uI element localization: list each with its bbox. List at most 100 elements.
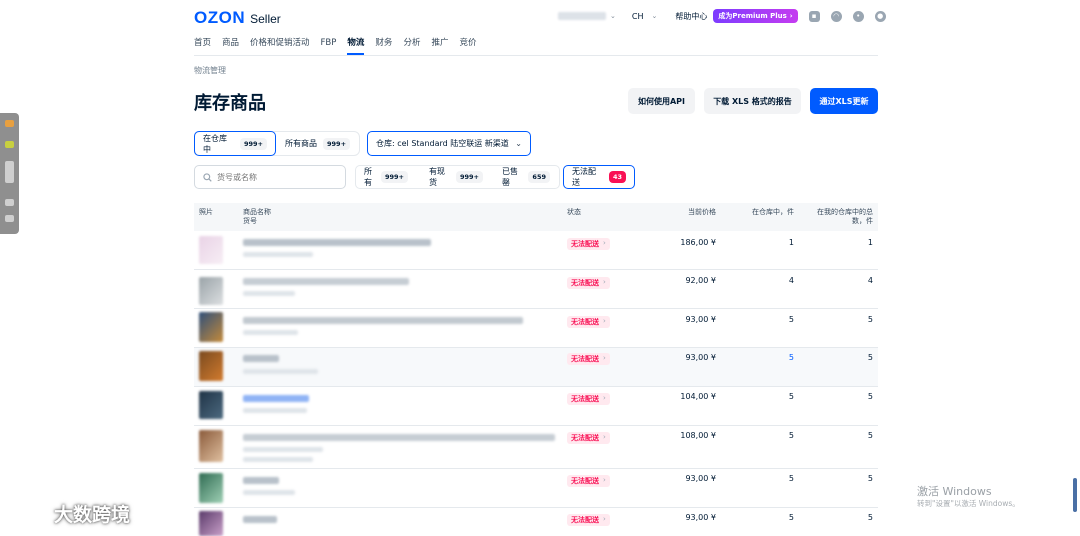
bell-icon[interactable]: • xyxy=(852,10,864,22)
status-text: 无法配送 xyxy=(571,477,599,485)
page-title: 库存商品 xyxy=(194,93,266,114)
chevron-right-icon: › xyxy=(603,515,606,523)
status-badge[interactable]: 无法配送 › xyxy=(567,277,610,289)
toolbar-icon[interactable] xyxy=(5,120,14,127)
user-icon[interactable]: ● xyxy=(874,10,886,22)
logo-ozon: OZON xyxy=(194,8,246,27)
nav-home[interactable]: 首页 xyxy=(194,37,211,55)
nav-prices[interactable]: 价格和促销活动 xyxy=(250,37,310,55)
tab-in-stock[interactable]: 有现货 999+ xyxy=(421,165,491,189)
price: 104,00 ¥ xyxy=(680,392,716,401)
product-photo[interactable] xyxy=(199,473,223,503)
table-row[interactable]: 无法配送 › 104,00 ¥ 5 5 xyxy=(194,387,878,426)
product-name[interactable] xyxy=(243,317,523,324)
product-name[interactable] xyxy=(243,278,409,285)
scrollbar-thumb[interactable] xyxy=(1073,478,1077,512)
premium-label: 成为Premium Plus xyxy=(718,12,787,20)
col-qty-warehouse[interactable]: 在仓库中，件 xyxy=(714,208,794,217)
download-xls-button[interactable]: 下载 XLS 格式的报告 xyxy=(704,88,801,114)
table-row[interactable]: 无法配送 › 108,00 ¥ 5 5 xyxy=(194,426,878,469)
product-sku xyxy=(243,457,313,462)
search-field[interactable] xyxy=(194,165,346,189)
chevron-right-icon: › xyxy=(603,278,606,286)
windows-activation-title: 激活 Windows xyxy=(917,485,992,498)
product-name[interactable] xyxy=(243,434,555,441)
ozon-seller-logo[interactable]: OZON Seller xyxy=(194,8,281,28)
segment-all-products[interactable]: 所有商品 999+ xyxy=(277,131,359,156)
tab-all[interactable]: 所有 999+ xyxy=(356,165,416,189)
tab-sold-out[interactable]: 已售罄 659 xyxy=(494,165,558,189)
chevron-down-icon[interactable]: ⌄ xyxy=(610,12,616,20)
price: 186,00 ¥ xyxy=(680,238,716,247)
col-name[interactable]: 商品名称 货号 xyxy=(243,208,271,226)
product-name[interactable] xyxy=(243,355,279,362)
product-photo[interactable] xyxy=(199,511,223,536)
table-row[interactable]: 无法配送 › 93,00 ¥ 5 5 xyxy=(194,348,878,387)
nav-fbp[interactable]: FBP xyxy=(321,37,337,55)
col-status: 状态 xyxy=(567,208,581,216)
nav-analytics[interactable]: 分析 xyxy=(403,37,420,55)
product-photo[interactable] xyxy=(199,236,223,264)
toolbar-icon[interactable] xyxy=(5,215,14,222)
product-name[interactable] xyxy=(243,239,431,246)
product-photo[interactable] xyxy=(199,351,223,381)
chevron-down-icon: ⌄ xyxy=(651,12,658,20)
toolbar-icon[interactable] xyxy=(5,141,14,148)
product-name[interactable] xyxy=(243,516,277,523)
nav-products[interactable]: 商品 xyxy=(222,37,239,55)
product-photo[interactable] xyxy=(199,430,223,462)
qty-total: 5 xyxy=(867,474,873,483)
table-row[interactable]: 无法配送 › 93,00 ¥ 5 5 xyxy=(194,469,878,508)
warehouse-select-value: 仓库: cel Standard 陆空联运 新渠道 xyxy=(376,139,509,148)
nav-logistics[interactable]: 物流 xyxy=(347,37,365,55)
qty-in-warehouse: 5 xyxy=(788,431,794,440)
update-xls-button[interactable]: 通过XLS更新 xyxy=(810,88,878,114)
toolbar-icon[interactable] xyxy=(5,161,14,183)
table-row[interactable]: 无法配送 › 93,00 ¥ 5 5 xyxy=(194,508,878,536)
floating-toolbar[interactable] xyxy=(0,113,19,234)
language-select[interactable]: CH ⌄ xyxy=(632,12,657,21)
api-help-button[interactable]: 如何使用API xyxy=(628,88,695,114)
product-photo[interactable] xyxy=(199,391,223,419)
status-badge[interactable]: 无法配送 › xyxy=(567,432,610,444)
count-badge: 999+ xyxy=(380,171,408,183)
col-qty-total[interactable]: 在我的仓库中的总 数，件 xyxy=(794,208,873,226)
nav-bidding[interactable]: 竞价 xyxy=(459,37,476,55)
breadcrumb[interactable]: 物流管理 xyxy=(194,65,226,76)
tab-cannot-deliver[interactable]: 无法配送 43 xyxy=(563,165,635,189)
language-label: CH xyxy=(631,11,644,21)
nav-promotion[interactable]: 推广 xyxy=(431,37,448,55)
table-row[interactable]: 无法配送 › 186,00 ¥ 1 1 xyxy=(194,231,878,270)
product-photo[interactable] xyxy=(199,312,223,342)
table-row[interactable]: 无法配送 › 92,00 ¥ 4 4 xyxy=(194,270,878,309)
col-qty-total-line2: 数，件 xyxy=(852,217,873,225)
search-input[interactable] xyxy=(217,172,337,182)
main-nav: 首页 商品 价格和促销活动 FBP 物流 财务 分析 推广 竞价 xyxy=(194,37,487,55)
topbar: ⌄ CH ⌄ 帮助中心 成为Premium Plus › ▪ ◠ • ● xyxy=(558,8,886,24)
product-name[interactable] xyxy=(243,395,309,402)
product-photo[interactable] xyxy=(199,277,223,305)
warehouse-select[interactable]: 仓库: cel Standard 陆空联运 新渠道 ⌄ xyxy=(367,131,531,156)
product-name[interactable] xyxy=(243,477,279,484)
table-row[interactable]: 无法配送 › 93,00 ¥ 5 5 xyxy=(194,309,878,348)
status-badge[interactable]: 无法配送 › xyxy=(567,238,610,250)
premium-plus-button[interactable]: 成为Premium Plus › xyxy=(713,9,798,23)
segment-in-stock[interactable]: 在仓库中 999+ xyxy=(194,131,276,156)
chevron-down-icon: ⌄ xyxy=(515,139,522,148)
col-price[interactable]: 当前价格 xyxy=(634,208,716,217)
account-name[interactable] xyxy=(558,12,606,20)
qty-total: 4 xyxy=(867,276,873,285)
status-badge[interactable]: 无法配送 › xyxy=(567,393,610,405)
status-text: 无法配送 xyxy=(571,434,599,442)
chat-icon[interactable]: ▪ xyxy=(808,10,820,22)
qty-in-warehouse-link[interactable]: 5 xyxy=(714,353,794,362)
headset-icon[interactable]: ◠ xyxy=(830,10,842,22)
nav-finance[interactable]: 财务 xyxy=(375,37,392,55)
toolbar-icon[interactable] xyxy=(5,199,14,206)
status-badge[interactable]: 无法配送 › xyxy=(567,353,610,365)
status-badge[interactable]: 无法配送 › xyxy=(567,316,610,328)
help-center-link[interactable]: 帮助中心 xyxy=(675,11,707,22)
price: 93,00 ¥ xyxy=(685,513,716,522)
status-badge[interactable]: 无法配送 › xyxy=(567,514,610,526)
status-badge[interactable]: 无法配送 › xyxy=(567,475,610,487)
